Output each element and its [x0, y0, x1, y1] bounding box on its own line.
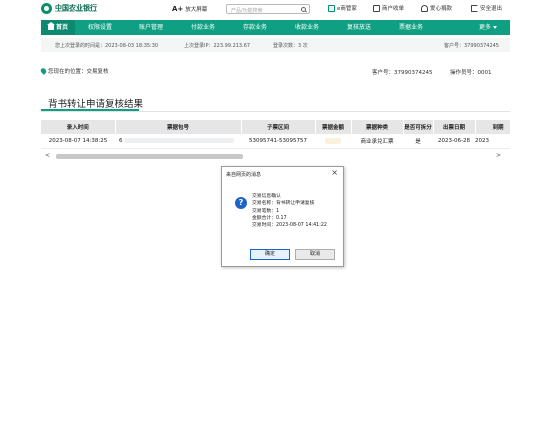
e-manager-label: e商管家: [337, 6, 357, 12]
logo-icon: [41, 3, 52, 14]
nav-review-send[interactable]: 复核放送: [333, 20, 385, 35]
main-nav: 首页 权限设置 账户管理 付款业务 存款业务 收款业务 复核放送 票据业务 更多: [41, 20, 510, 35]
scroll-right-arrow-icon[interactable]: >: [496, 152, 501, 159]
nav-home[interactable]: 首页: [41, 20, 75, 35]
page-title: 背书转让申请复核结果: [48, 99, 144, 110]
donation-link[interactable]: 爱心捐款: [421, 4, 452, 12]
font-size-icon: A+: [172, 5, 184, 13]
dialog-line-transaction-name: 交易名称：背书转让申请复核: [252, 201, 315, 207]
cell-entry-time: 2023-08-07 14:38:25: [41, 134, 115, 149]
customer-number: 客户号：37990374245: [372, 70, 433, 76]
col-bill-type: 票据种类: [351, 120, 404, 134]
nav-deposit[interactable]: 存款业务: [229, 20, 281, 35]
dialog-line-total-amount: 金额合计：0.17: [252, 215, 287, 221]
breadcrumb: 您现在的位置：交易复核: [39, 67, 109, 75]
message-dialog: 来自网页的消息 × ? 交易信息确认 交易名称：背书转让申请复核 交易笔数：1 …: [221, 166, 344, 267]
cancel-button[interactable]: 取消: [295, 249, 335, 260]
cell-bill-type: 商业承兑汇票: [351, 134, 403, 149]
table-row[interactable]: 2023-08-07 14:38:25 6 53095741-53095757 …: [41, 134, 510, 149]
dialog-message: 交易信息确认 交易名称：背书转让申请复核 交易笔数：1 金额合计：0.17 交易…: [252, 193, 327, 229]
nav-bills[interactable]: 票据业务: [385, 20, 437, 35]
top-header: 中国农业银行 AGRICULTURAL BANK OF CHINA A+ 放大屏…: [0, 0, 554, 19]
login-count: 登录次数：3 次: [273, 43, 308, 49]
title-underline: [41, 109, 139, 111]
enlarge-screen-label: 放大屏幕: [185, 7, 208, 13]
login-info-bar: 您上次登录的时间是：2023-08-03 18:35:30 上次登录IP：223…: [41, 38, 510, 52]
nav-home-label: 首页: [55, 24, 68, 31]
nav-account-management[interactable]: 账户管理: [125, 20, 177, 35]
ok-button[interactable]: 确定: [250, 249, 290, 260]
operator-number: 操作员号：0001: [450, 70, 492, 76]
logout-label: 安全退出: [480, 6, 503, 12]
redacted-amount: [325, 137, 341, 144]
results-table: 录入时间 票据包号 子票区间 票据金额 票据种类 是否可拆分 出票日期 到期 2…: [41, 120, 510, 149]
cell-bill-amount: [315, 134, 351, 149]
cell-issue-date: 2023-06-28: [433, 134, 475, 149]
breadcrumb-text: 您现在的位置：交易复核: [48, 69, 109, 75]
close-icon[interactable]: ×: [331, 169, 338, 177]
nav-payment[interactable]: 付款业务: [177, 20, 229, 35]
col-entry-time: 录入时间: [41, 120, 116, 134]
nav-more[interactable]: 更多: [466, 20, 510, 35]
search-icon[interactable]: [301, 6, 306, 12]
horizontal-scrollbar[interactable]: < >: [41, 152, 510, 160]
cell-splittable: 是: [403, 134, 433, 149]
results-table-container: 录入时间 票据包号 子票区间 票据金额 票据种类 是否可拆分 出票日期 到期 2…: [41, 120, 510, 163]
header-customer-no: 客户号：37990374245: [444, 43, 499, 49]
scroll-left-arrow-icon[interactable]: <: [45, 152, 50, 159]
logo-en-text: AGRICULTURAL BANK OF CHINA: [55, 9, 98, 13]
last-login-ip: 上次登录IP：223.99.213.67: [184, 43, 251, 49]
home-icon: [46, 22, 55, 30]
dialog-title: 来自网页的消息: [226, 172, 262, 178]
chevron-down-icon: [493, 26, 497, 29]
col-bill-amount: 票据金额: [315, 120, 352, 134]
search-placeholder: 产品/功能搜索: [231, 7, 263, 14]
search-input[interactable]: 产品/功能搜索: [226, 4, 310, 14]
enlarge-screen-link[interactable]: A+ 放大屏幕: [172, 5, 207, 13]
cell-due-date: 2023: [475, 134, 510, 149]
heart-hand-icon: [421, 4, 428, 12]
dialog-line-transaction-count: 交易笔数：1: [252, 208, 280, 214]
logout-icon: [471, 4, 478, 12]
scrollbar-thumb[interactable]: [56, 154, 243, 159]
cell-bill-package-no: 6: [115, 134, 241, 149]
question-icon: ?: [235, 197, 247, 209]
col-bill-package-no: 票据包号: [115, 120, 242, 134]
table-header-row: 录入时间 票据包号 子票区间 票据金额 票据种类 是否可拆分 出票日期 到期: [41, 120, 510, 134]
dialog-line-transaction-time: 交易时间：2023-08-07 14:41:22: [252, 223, 327, 229]
donation-label: 爱心捐款: [430, 6, 453, 12]
cell-sub-bill-range: 53095741-53095757: [241, 134, 315, 149]
dialog-line-heading: 交易信息确认: [252, 194, 281, 199]
col-due-date: 到期: [475, 120, 510, 134]
bank-logo[interactable]: 中国农业银行 AGRICULTURAL BANK OF CHINA: [41, 3, 97, 14]
last-login-time: 您上次登录的时间是：2023-08-03 18:35:30: [55, 43, 159, 49]
location-pin-icon: [39, 67, 48, 75]
nav-collection[interactable]: 收款业务: [281, 20, 333, 35]
col-splittable: 是否可拆分: [403, 120, 434, 134]
redacted-text: [124, 137, 235, 143]
col-sub-bill-range: 子票区间: [241, 120, 316, 134]
merchant-acquiring-label: 商户收单: [382, 6, 405, 12]
phone-icon: [328, 4, 335, 12]
nav-more-label: 更多: [478, 24, 491, 31]
logout-link[interactable]: 安全退出: [471, 4, 502, 12]
e-manager-link[interactable]: e商管家: [328, 4, 357, 12]
receipt-icon: [373, 4, 380, 12]
nav-permissions[interactable]: 权限设置: [75, 20, 125, 35]
merchant-acquiring-link[interactable]: 商户收单: [373, 4, 404, 12]
col-issue-date: 出票日期: [433, 120, 476, 134]
